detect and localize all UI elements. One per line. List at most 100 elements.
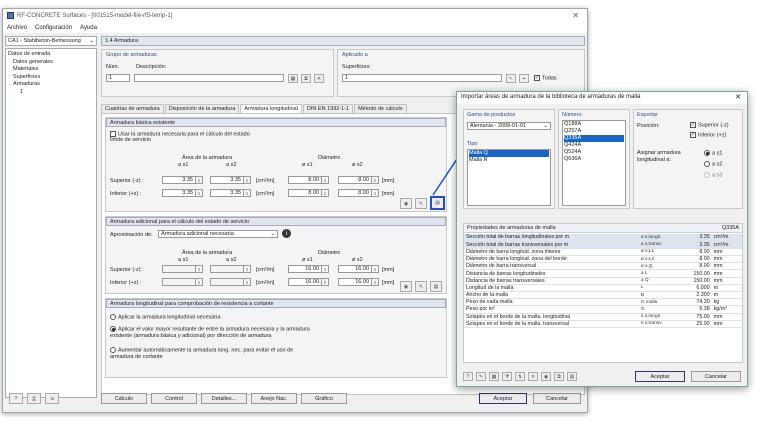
export-icon[interactable]: ⇲ (45, 393, 59, 404)
number-item[interactable]: Q424A (564, 142, 624, 149)
help-icon[interactable]: ? (463, 372, 473, 381)
type-item-malla-r[interactable]: Malla R (469, 157, 549, 164)
number-item[interactable]: Q257A (564, 128, 624, 135)
upper-as1-input[interactable]: 3.35 ⇕ (162, 176, 203, 184)
add-lower-d2-input[interactable]: 16.00 ⇕ (338, 278, 379, 286)
number-item[interactable]: Q188A (564, 121, 624, 128)
number-item[interactable]: Q524A (564, 149, 624, 156)
accept-button[interactable]: Aceptar (479, 393, 527, 404)
upper-d2-input[interactable]: 8.00 ⇕ (338, 176, 379, 184)
tab-metodo[interactable]: Método de cálculo (354, 104, 407, 113)
spinner-icon[interactable]: ⇕ (196, 189, 203, 197)
add-upper-as1-value[interactable] (162, 265, 196, 273)
spinner-icon[interactable]: ⇕ (372, 278, 379, 286)
approx-select[interactable]: Armadura adicional necesaria ⌄ (158, 230, 278, 238)
view-icon[interactable]: ◉ (400, 281, 412, 292)
upper-as2-input[interactable]: 3.35 ⇕ (210, 176, 251, 184)
cancel-button[interactable]: Cancelar (533, 393, 581, 404)
menu-archivo[interactable]: Archivo (7, 25, 27, 31)
details-button[interactable]: Detalles... (201, 393, 247, 404)
add-upper-d2-value[interactable]: 16.00 (338, 265, 372, 273)
group-no-field[interactable]: 1 (106, 74, 130, 82)
close-icon[interactable]: ✕ (572, 11, 579, 20)
type-list[interactable]: Malla Q Malla R (467, 149, 551, 206)
upper-d1-value[interactable]: 8.00 (288, 176, 322, 184)
basic-checkbox[interactable]: Usar la armadura necesaria para el cálcu… (110, 131, 250, 143)
tree-item-materials[interactable]: Materiales (8, 66, 94, 74)
lower-d1-value[interactable]: 8.00 (288, 189, 322, 197)
annex-button[interactable]: Anejo Nac. (251, 393, 297, 404)
sort-icon[interactable]: ⇅ (515, 372, 525, 381)
upper-d2-value[interactable]: 8.00 (338, 176, 372, 184)
pos-lower-checkbox[interactable]: ✓ Inferior (+z) (690, 132, 726, 138)
pick-icon[interactable]: ⌖ (519, 74, 529, 83)
lower-as2-input[interactable]: 3.35 ⇕ (210, 189, 251, 197)
surfaces-field[interactable]: 1 (342, 74, 502, 82)
tab-din[interactable]: DIN EN 1992-1-1 (302, 104, 354, 113)
upper-as1-value[interactable]: 3.35 (162, 176, 196, 184)
add-lower-d2-value[interactable]: 16.00 (338, 278, 372, 286)
todas-checkbox[interactable]: ✓ Todas (534, 75, 557, 81)
spinner-icon[interactable]: ⇕ (244, 265, 251, 273)
assign-as1-radio[interactable]: a s1 (704, 150, 722, 156)
tab-longitudinal[interactable]: Armadura longitudinal (240, 104, 302, 113)
shear-opt2-radio[interactable]: Aplicar el valor mayor resultante de ent… (110, 326, 324, 340)
lower-d2-input[interactable]: 8.00 ⇕ (338, 189, 379, 197)
shear-opt1-radio[interactable]: Aplicar la armadura longitudinal necesar… (110, 314, 410, 320)
lower-d2-value[interactable]: 8.00 (338, 189, 372, 197)
add-lower-as2-input[interactable]: ⇕ (210, 278, 251, 286)
add-upper-d1-value[interactable]: 16.00 (288, 265, 322, 273)
number-list[interactable]: Q188A Q257A Q335A Q424A Q524A Q636A (562, 120, 626, 206)
spinner-icon[interactable]: ⇕ (244, 278, 251, 286)
upper-d1-input[interactable]: 8.00 ⇕ (288, 176, 329, 184)
edit-icon[interactable]: ✎ (415, 281, 427, 292)
lower-d1-input[interactable]: 8.00 ⇕ (288, 189, 329, 197)
add-lower-d1-value[interactable]: 16.00 (288, 278, 322, 286)
type-item-malla-q[interactable]: Malla Q (469, 150, 549, 157)
graphic-button[interactable]: Gráfico (301, 393, 347, 404)
copy-icon[interactable]: ⧉ (301, 74, 311, 83)
add-lower-as2-value[interactable] (210, 278, 244, 286)
assign-as2-radio[interactable]: a s2 (704, 161, 722, 167)
spinner-icon[interactable]: ⇕ (196, 176, 203, 184)
add-upper-d1-input[interactable]: 16.00 ⇕ (288, 265, 329, 273)
menu-configuracion[interactable]: Configuración (35, 25, 72, 31)
menu-ayuda[interactable]: Ayuda (80, 25, 97, 31)
spinner-icon[interactable]: ⇕ (372, 189, 379, 197)
print-icon[interactable]: ⎙ (27, 393, 41, 404)
tab-disposicion[interactable]: Disposición de la armadura (164, 104, 240, 113)
lower-as1-input[interactable]: 3.35 ⇕ (162, 189, 203, 197)
copy-icon[interactable]: ⧉ (554, 372, 564, 381)
add-upper-as2-input[interactable]: ⇕ (210, 265, 251, 273)
spinner-icon[interactable]: ⇕ (196, 278, 203, 286)
spinner-icon[interactable]: ⇕ (322, 278, 329, 286)
close-icon[interactable]: ✕ (735, 93, 741, 101)
upper-as2-value[interactable]: 3.35 (210, 176, 244, 184)
load-case-select[interactable]: CA1 - Stahlbeton-Bemessung ⌄ (5, 36, 97, 46)
shear-opt3-radio[interactable]: Aumentar automáticamente la armadura lon… (110, 347, 300, 361)
number-item-selected[interactable]: Q335A (564, 135, 624, 142)
number-item[interactable]: Q636A (564, 156, 624, 163)
calc-button[interactable]: Cálculo (101, 393, 147, 404)
dialog-cancel-button[interactable]: Cancelar (691, 371, 741, 382)
control-button[interactable]: Control (151, 393, 197, 404)
tab-cuantias[interactable]: Cuantías de armadura (101, 104, 164, 113)
tree-item-general[interactable]: Datos generales (8, 59, 94, 67)
lower-as2-value[interactable]: 3.35 (210, 189, 244, 197)
assign-as3-radio[interactable]: a s3 (704, 172, 722, 178)
lower-as1-value[interactable]: 3.35 (162, 189, 196, 197)
library-icon[interactable]: ▤ (430, 281, 442, 292)
spinner-icon[interactable]: ⇕ (322, 176, 329, 184)
tree-item-reinforcement-1[interactable]: 1 (8, 89, 94, 97)
table-icon[interactable]: ▦ (288, 74, 298, 83)
paste-icon[interactable]: ▤ (567, 372, 577, 381)
group-desc-field[interactable] (134, 74, 284, 82)
edit-icon[interactable]: ✎ (415, 198, 427, 209)
add-upper-as2-value[interactable] (210, 265, 244, 273)
help-icon[interactable]: ? (9, 393, 23, 404)
delete-icon[interactable]: ✕ (314, 74, 324, 83)
table-icon[interactable]: ▦ (489, 372, 499, 381)
spinner-icon[interactable]: ⇕ (322, 189, 329, 197)
product-select[interactable]: Alemania - 2008-01-01 ⌄ (467, 122, 551, 130)
spinner-icon[interactable]: ⇕ (196, 265, 203, 273)
